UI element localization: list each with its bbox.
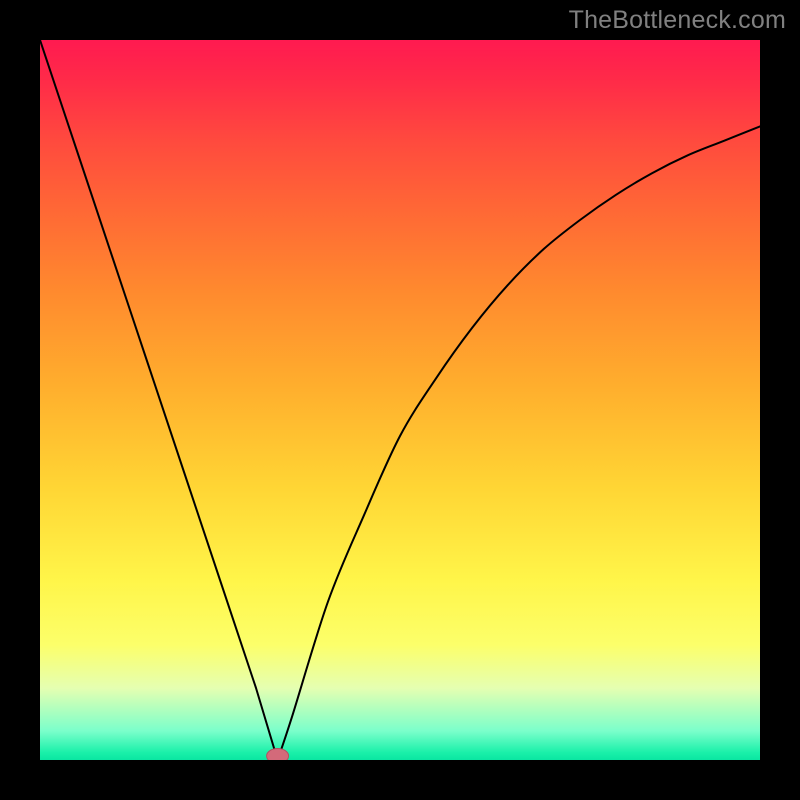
watermark-label: TheBottleneck.com [569, 6, 786, 35]
bottleneck-curve-path [40, 40, 760, 760]
plot-area [40, 40, 760, 760]
optimum-marker [267, 749, 289, 761]
chart-frame: TheBottleneck.com [0, 0, 800, 800]
chart-svg [40, 40, 760, 760]
